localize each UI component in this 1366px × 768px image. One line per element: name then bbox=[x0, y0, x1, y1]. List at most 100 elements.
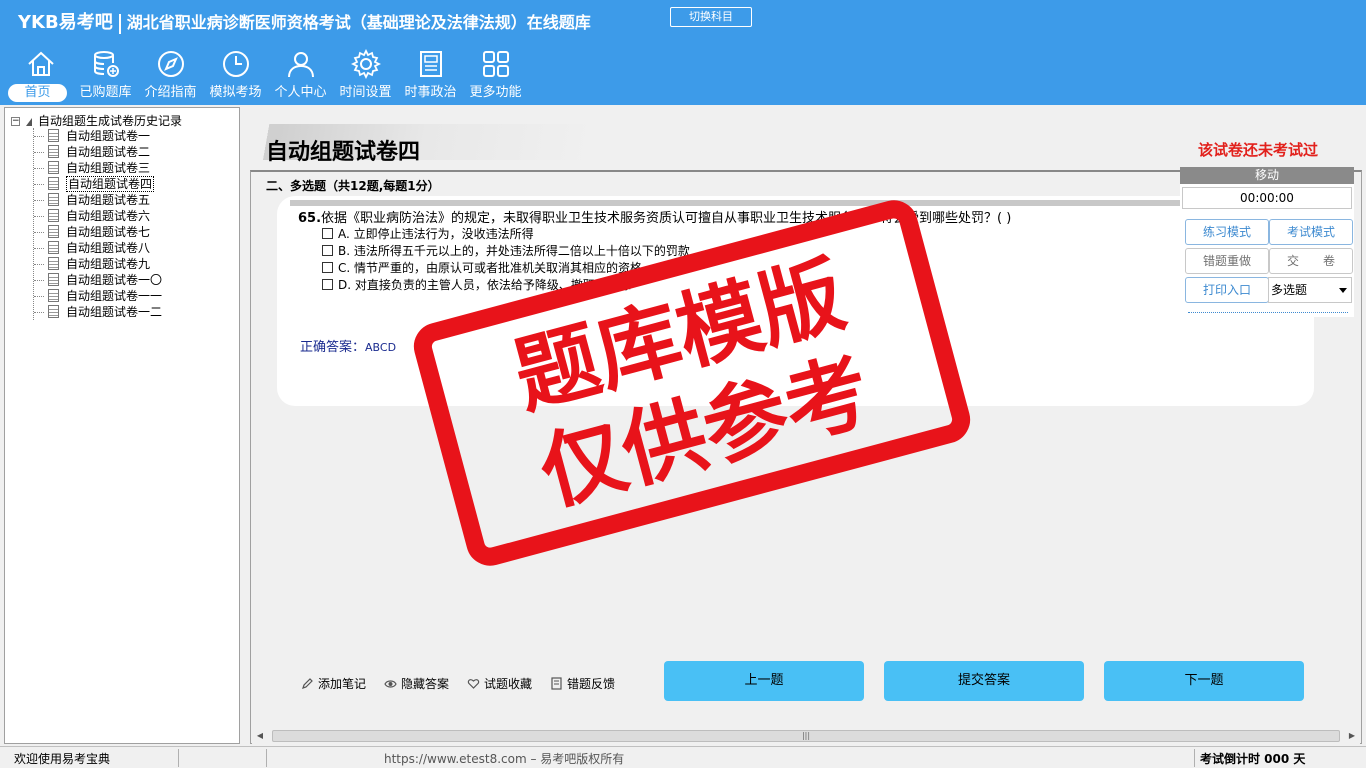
document-icon bbox=[48, 145, 59, 158]
tree-item-selected[interactable]: 自动组题试卷四 bbox=[34, 176, 162, 192]
tree-item-label: 自动组题试卷三 bbox=[66, 161, 151, 175]
checkbox[interactable] bbox=[322, 228, 333, 239]
exam-timer: 00:00:00 bbox=[1182, 187, 1352, 209]
question-type-select[interactable]: 多选题 bbox=[1268, 277, 1352, 303]
eye-icon bbox=[384, 680, 397, 688]
tree-item[interactable]: 自动组题试卷二 bbox=[34, 144, 162, 160]
tree-item[interactable]: 自动组题试卷五 bbox=[34, 192, 162, 208]
nav-home[interactable]: 首页 bbox=[8, 47, 73, 103]
pencil-icon bbox=[302, 678, 313, 689]
status-divider bbox=[1194, 749, 1195, 767]
switch-subject-button[interactable]: 切换科目 bbox=[670, 7, 752, 27]
add-note-label: 添加笔记 bbox=[318, 677, 367, 691]
tree-root-label: 自动组题生成试卷历史记录 bbox=[38, 114, 183, 128]
tree-item-label: 自动组题试卷四 bbox=[66, 176, 155, 192]
exam-control-panel: 移动 00:00:00 练习模式 考试模式 错题重做 交 卷 打印入口 多选题 bbox=[1180, 167, 1354, 317]
horizontal-scrollbar[interactable]: ◀ ||| ▶ bbox=[252, 728, 1360, 744]
tree-item[interactable]: 自动组题试卷一 bbox=[34, 128, 162, 144]
nav-profile[interactable]: 个人中心 bbox=[268, 47, 333, 103]
tree-item-label: 自动组题试卷五 bbox=[66, 193, 151, 207]
app-logo: YKB易考吧 bbox=[18, 12, 113, 33]
checkbox[interactable] bbox=[322, 245, 333, 256]
app-header: YKB易考吧 湖北省职业病诊断医师资格考试（基础理论及法律法规）在线题库 切换科目… bbox=[0, 0, 1366, 105]
add-note-button[interactable]: 添加笔记 bbox=[301, 675, 366, 692]
tree-item-label: 自动组题试卷六 bbox=[66, 209, 151, 223]
status-divider bbox=[266, 749, 267, 767]
document-icon bbox=[48, 305, 59, 318]
exam-status-text: 该试卷还未考试过 bbox=[1198, 141, 1319, 159]
document-icon bbox=[48, 209, 59, 222]
tree-root[interactable]: − 自动组题生成试卷历史记录 bbox=[11, 112, 182, 129]
chevron-down-icon bbox=[1339, 288, 1347, 293]
tree-item[interactable]: 自动组题试卷三 bbox=[34, 160, 162, 176]
gear-icon bbox=[350, 49, 381, 79]
scroll-left-icon[interactable]: ◀ bbox=[252, 728, 268, 744]
document-icon bbox=[48, 161, 59, 174]
nav-purchased-banks[interactable]: 已购题库 bbox=[73, 47, 138, 103]
hide-answer-button[interactable]: 隐藏答案 bbox=[384, 675, 449, 692]
home-icon bbox=[27, 51, 54, 76]
nav-current-affairs-label: 时事政治 bbox=[404, 85, 457, 100]
scroll-right-icon[interactable]: ▶ bbox=[1344, 728, 1360, 744]
brand-divider bbox=[118, 13, 121, 34]
clock-icon bbox=[222, 51, 249, 77]
next-question-button[interactable]: 下一题 bbox=[1104, 661, 1304, 701]
practice-mode-button[interactable]: 练习模式 bbox=[1185, 219, 1269, 245]
tree-item-label: 自动组题试卷一二 bbox=[66, 305, 163, 319]
checkbox[interactable] bbox=[322, 279, 333, 290]
tree-item[interactable]: 自动组题试卷一一 bbox=[34, 288, 162, 304]
move-handle[interactable]: 移动 bbox=[1180, 167, 1354, 184]
favorite-button[interactable]: 试题收藏 bbox=[467, 675, 532, 692]
nav-purchased-label: 已购题库 bbox=[79, 85, 132, 100]
user-icon bbox=[287, 52, 314, 78]
panel-divider bbox=[1188, 312, 1348, 313]
app-title: 湖北省职业病诊断医师资格考试（基础理论及法律法规）在线题库 bbox=[126, 13, 591, 32]
document-icon bbox=[48, 273, 59, 286]
option-label: C. 情节严重的，由原认可或者批准机关取消其相应的资格 bbox=[338, 261, 643, 275]
nav-current-affairs[interactable]: 时事政治 bbox=[398, 47, 463, 103]
option-a[interactable]: A. 立即停止违法行为，没收违法所得 bbox=[322, 225, 534, 242]
nav-more[interactable]: 更多功能 bbox=[463, 47, 528, 103]
document-icon bbox=[48, 257, 59, 270]
print-button[interactable]: 打印入口 bbox=[1185, 277, 1269, 303]
nav-time-settings-label: 时间设置 bbox=[339, 85, 392, 100]
copyright-text: https://www.etest8.com – 易考吧版权所有 bbox=[384, 752, 625, 766]
report-error-button[interactable]: 错题反馈 bbox=[550, 675, 615, 692]
question-header-bar bbox=[290, 200, 1180, 206]
nav-profile-label: 个人中心 bbox=[274, 85, 327, 100]
prev-question-button[interactable]: 上一题 bbox=[664, 661, 864, 701]
nav-time-settings[interactable]: 时间设置 bbox=[333, 47, 398, 103]
scroll-thumb[interactable]: ||| bbox=[272, 730, 1340, 742]
option-b[interactable]: B. 违法所得五千元以上的，并处违法所得二倍以上十倍以下的罚款 bbox=[322, 242, 690, 259]
status-divider bbox=[178, 749, 179, 767]
tree-item[interactable]: 自动组题试卷八 bbox=[34, 240, 162, 256]
redo-wrong-button[interactable]: 错题重做 bbox=[1185, 248, 1269, 274]
tree-item-label: 自动组题试卷八 bbox=[66, 241, 151, 255]
option-c[interactable]: C. 情节严重的，由原认可或者批准机关取消其相应的资格 bbox=[322, 259, 642, 276]
submit-answer-button[interactable]: 提交答案 bbox=[884, 661, 1084, 701]
nav-mock-exam-label: 模拟考场 bbox=[209, 85, 262, 100]
document-icon bbox=[48, 193, 59, 206]
feedback-icon bbox=[551, 677, 562, 690]
compass-icon bbox=[157, 51, 184, 77]
tree-item[interactable]: 自动组题试卷九 bbox=[34, 256, 162, 272]
option-label: B. 违法所得五千元以上的，并处违法所得二倍以上十倍以下的罚款 bbox=[338, 244, 690, 258]
page-title: 自动组题试卷四 bbox=[266, 140, 421, 165]
nav-mock-exam[interactable]: 模拟考场 bbox=[203, 47, 268, 103]
tree-item[interactable]: 自动组题试卷七 bbox=[34, 224, 162, 240]
tree-item[interactable]: 自动组题试卷一〇 bbox=[34, 272, 162, 288]
tree-item[interactable]: 自动组题试卷六 bbox=[34, 208, 162, 224]
answer-label: 正确答案： bbox=[300, 340, 366, 355]
tree-item-label: 自动组题试卷一一 bbox=[66, 289, 163, 303]
nav-guide[interactable]: 介绍指南 bbox=[138, 47, 203, 103]
document-icon bbox=[48, 289, 59, 302]
section-heading: 二、多选题（共12题,每题1分） bbox=[266, 179, 440, 193]
document-icon bbox=[48, 177, 59, 190]
exam-mode-button[interactable]: 考试模式 bbox=[1269, 219, 1353, 245]
tree-item[interactable]: 自动组题试卷一二 bbox=[34, 304, 162, 320]
checkbox[interactable] bbox=[322, 262, 333, 273]
hand-in-button[interactable]: 交 卷 bbox=[1269, 248, 1353, 274]
nav-guide-label: 介绍指南 bbox=[144, 85, 197, 100]
answer-value: ABCD bbox=[365, 341, 397, 354]
collapse-icon[interactable]: − bbox=[11, 117, 20, 126]
